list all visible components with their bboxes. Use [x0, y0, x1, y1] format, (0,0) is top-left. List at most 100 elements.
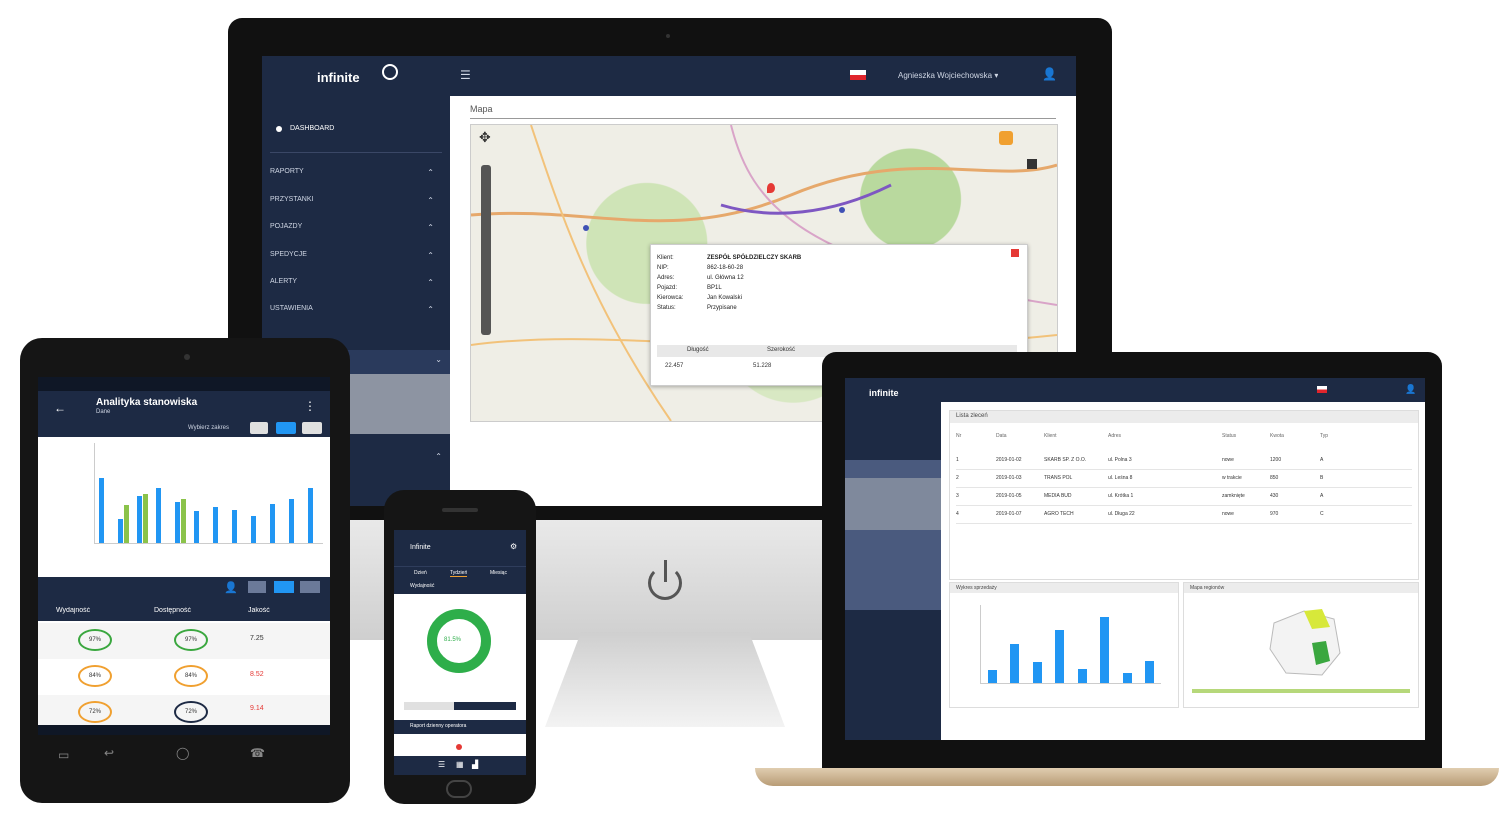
table-row[interactable]: 3 2019-01-05 MEDIA BUD ul. Krótka 1 zamk…: [956, 489, 1412, 506]
popup-table-cell: 51.228: [753, 363, 772, 369]
panel-title: Wykres sprzedaży: [956, 585, 997, 591]
laptop-logo: infinite: [869, 388, 899, 398]
chart-bar: [1055, 630, 1065, 683]
chevron-up-icon: ⌃: [435, 452, 442, 461]
chart-bar: [118, 519, 123, 543]
sidebar-item-stops[interactable]: PRZYSTANKI ⌃: [270, 192, 442, 210]
back-nav-icon[interactable]: ↩: [104, 746, 114, 760]
sidebar-item-reports[interactable]: RAPORTY ⌃: [270, 164, 442, 182]
popup-value: Jan Kowalski: [707, 295, 743, 301]
table-cell: TRANS POL: [1044, 475, 1073, 481]
regions-legend-bar: [1192, 689, 1410, 693]
hamburger-menu-icon[interactable]: ☰: [460, 68, 471, 82]
group-icon[interactable]: [248, 581, 266, 593]
table-cell: nowe: [1222, 457, 1234, 463]
tablet-bottom-strip: [38, 725, 330, 735]
layers-icon[interactable]: [999, 131, 1013, 145]
table-cell: 1200: [1270, 457, 1282, 463]
close-icon[interactable]: [1011, 249, 1019, 257]
table-row[interactable]: 2 2019-01-03 TRANS POL ul. Leśna 8 w tra…: [956, 471, 1412, 488]
home-nav-icon[interactable]: ◯: [176, 746, 189, 760]
tablet-bar-chart: [94, 443, 323, 544]
popup-row: Adres: ul. Główna 12: [657, 273, 987, 283]
pan-control-icon[interactable]: ✥: [479, 129, 491, 146]
zoom-slider[interactable]: [481, 165, 491, 335]
sidebar-item-label: PRZYSTANKI: [270, 196, 314, 203]
sidebar-item-settings[interactable]: USTAWIENIA ⌃: [270, 301, 442, 319]
popup-key: NIP:: [657, 265, 669, 271]
phone-home-button[interactable]: [446, 780, 472, 798]
user-icon[interactable]: 👤: [1042, 67, 1057, 81]
sidebar-item-alerts[interactable]: ALERTY ⌃: [270, 274, 442, 292]
sidebar-item-vehicles[interactable]: POJAZDY ⌃: [270, 219, 442, 237]
phone-call-icon[interactable]: ☎: [250, 746, 265, 760]
table-row[interactable]: 1 2019-01-02 SKARB SP. Z O.O. ul. Polna …: [956, 453, 1412, 470]
chart-toggle-icon[interactable]: [276, 422, 296, 434]
more-vert-icon[interactable]: ⋮: [304, 399, 316, 413]
column-header[interactable]: Wydajność: [56, 607, 90, 614]
table-cell: 970: [1270, 511, 1279, 517]
laptop-sidebar: infinite: [845, 378, 941, 740]
recent-apps-icon[interactable]: ▭: [58, 748, 69, 762]
table-cell: ul. Leśna 8: [1108, 475, 1133, 481]
column-header[interactable]: Dostępność: [154, 607, 191, 614]
popup-row: Status: Przypisane: [657, 303, 987, 313]
table-header-cell: Klient: [1044, 433, 1057, 439]
table-row[interactable]: 4 2019-01-07 AGRO TECH ul. Długa 22 nowe…: [956, 507, 1412, 524]
record-icon[interactable]: [456, 744, 462, 750]
sidebar-item-dashboard[interactable]: DASHBOARD: [272, 120, 442, 140]
phone-bottom-nav: ☰ ▦ ▟: [394, 756, 526, 775]
list-icon[interactable]: ☰: [438, 760, 445, 769]
settings-icon[interactable]: [300, 581, 320, 593]
monitor-logo: infinite: [317, 70, 360, 85]
sidebar-item-shipments[interactable]: SPEDYCJE ⌃: [270, 247, 442, 265]
laptop-sidebar-submenu: [845, 478, 941, 530]
table-cell: A: [1320, 457, 1324, 463]
tab-week[interactable]: Tydzień: [450, 570, 468, 577]
chart-bar: [308, 488, 313, 543]
back-arrow-icon[interactable]: ←: [54, 401, 66, 415]
chevron-up-icon: ⌃: [427, 278, 434, 287]
sidebar-item-label: POJAZDY: [270, 223, 303, 230]
popup-table-cell: 22.457: [665, 363, 684, 369]
map-marker-icon[interactable]: [583, 225, 589, 231]
chart-bar: [143, 494, 148, 543]
layer-switcher-icon[interactable]: [1027, 159, 1037, 169]
table-header-cell: Kwota: [1270, 433, 1284, 439]
table-cell: 2019-01-07: [996, 511, 1022, 517]
power-icon-stem: [664, 560, 667, 582]
donut-value: 81.5%: [444, 637, 462, 643]
table-row[interactable]: 84% 84% 8.52: [38, 659, 330, 696]
person-icon[interactable]: 👤: [224, 581, 238, 594]
gauge-badge: 72%: [78, 701, 112, 723]
regions-map[interactable]: [1264, 603, 1344, 683]
chevron-up-icon: ⌃: [427, 223, 434, 232]
orders-table-header: Nr Data Klient Adres Status Kwota Typ: [956, 433, 1412, 447]
table-row[interactable]: 72% 72% 9.14: [38, 695, 330, 726]
tab-day[interactable]: Dzień: [414, 570, 427, 576]
monitor-camera: [666, 34, 670, 38]
panel-title: Lista zleceń: [956, 413, 988, 419]
user-icon[interactable]: 👤: [1405, 384, 1416, 395]
map-marker-icon[interactable]: [767, 183, 775, 193]
polish-flag-icon[interactable]: [1317, 386, 1327, 393]
polish-flag-icon[interactable]: [850, 70, 866, 80]
table-row[interactable]: 97% 97% 7.25: [38, 623, 330, 660]
gauge-badge: 72%: [174, 701, 208, 723]
chart-bar: [270, 504, 275, 543]
settings-icon[interactable]: ⚙: [510, 542, 517, 551]
column-header[interactable]: Jakość: [248, 607, 270, 614]
tablet-screen: ← Analityka stanowiska Dane ⋮ Wybierz za…: [38, 377, 330, 735]
table-toggle-icon[interactable]: [302, 422, 322, 434]
chart-bar: [232, 510, 237, 543]
chart-icon[interactable]: [274, 581, 294, 593]
map-marker-icon[interactable]: [839, 207, 845, 213]
chart-bar: [1077, 669, 1087, 683]
grid-icon[interactable]: ▦: [456, 760, 464, 769]
user-name-dropdown[interactable]: Agnieszka Wojciechowska ▾: [898, 71, 998, 80]
table-cell: 2019-01-02: [996, 457, 1022, 463]
chart-icon[interactable]: ▟: [472, 760, 478, 769]
calendar-icon[interactable]: [250, 422, 268, 434]
popup-table-header-cell: Długość: [687, 347, 709, 353]
tab-month[interactable]: Miesiąc: [490, 570, 507, 576]
